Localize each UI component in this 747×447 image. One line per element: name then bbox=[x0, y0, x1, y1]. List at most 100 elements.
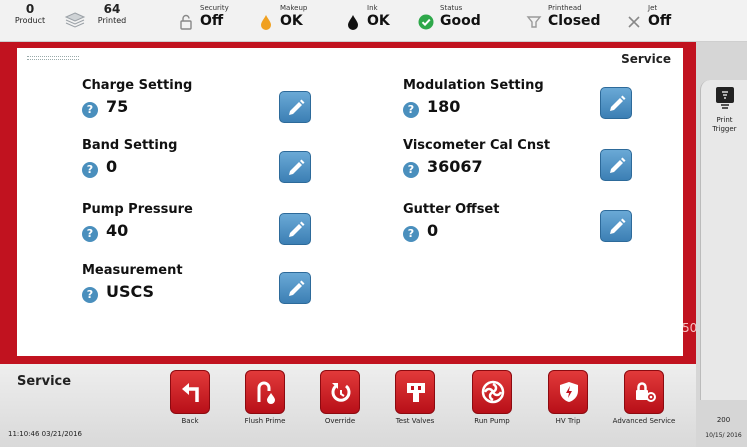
jet-status[interactable]: Jet Off bbox=[626, 4, 696, 38]
print-trigger-icon bbox=[716, 87, 734, 109]
product-count: 0 bbox=[25, 2, 35, 16]
ink-status[interactable]: Ink OK bbox=[345, 4, 415, 38]
drag-grip[interactable] bbox=[27, 56, 79, 60]
override-icon bbox=[331, 383, 351, 402]
charge-setting-value: 75 bbox=[106, 97, 129, 116]
edit-measurement-button[interactable] bbox=[279, 272, 311, 304]
security-label: Security bbox=[200, 4, 229, 12]
print-trigger-label: Print Trigger bbox=[701, 116, 747, 134]
date-time: 11:10:46 03/21/2016 bbox=[8, 430, 83, 438]
ink-label: Ink bbox=[367, 4, 378, 12]
screen-title: Service bbox=[17, 374, 72, 389]
service-panel: Service Charge Setting ? 75 Band Setting… bbox=[17, 48, 683, 356]
status-bar: 0 Product 64 Printed Security Off Makeup… bbox=[0, 0, 747, 42]
back-label: Back bbox=[181, 417, 199, 425]
gutter-offset-label: Gutter Offset bbox=[403, 202, 500, 217]
help-icon[interactable]: ? bbox=[82, 287, 98, 303]
help-icon[interactable]: ? bbox=[82, 162, 98, 178]
status-label: Status bbox=[440, 4, 463, 12]
pump-pressure-value: 40 bbox=[106, 221, 129, 240]
edit-band-setting-button[interactable] bbox=[279, 151, 311, 183]
security-status[interactable]: Security Off bbox=[178, 4, 258, 38]
override-label: Override bbox=[324, 417, 356, 425]
override-button[interactable]: Override bbox=[310, 370, 370, 442]
edit-charge-setting-button[interactable] bbox=[279, 91, 311, 123]
back-button-face bbox=[170, 370, 210, 414]
test-valves-button[interactable]: Test Valves bbox=[385, 370, 445, 442]
rail-counter: 200 bbox=[716, 416, 731, 424]
pencil-icon bbox=[289, 280, 305, 296]
lock-icon bbox=[180, 14, 192, 30]
test-valves-icon bbox=[407, 383, 425, 402]
run-pump-button[interactable]: Run Pump bbox=[462, 370, 522, 442]
edit-viscometer-cal-button[interactable] bbox=[600, 149, 632, 181]
help-icon[interactable]: ? bbox=[403, 102, 419, 118]
back-button[interactable]: Back bbox=[160, 370, 220, 442]
printed-label: Printed bbox=[97, 16, 127, 25]
test-valves-label: Test Valves bbox=[395, 417, 435, 425]
print-trigger-button[interactable]: Print Trigger bbox=[700, 80, 747, 400]
flush-prime-button[interactable]: Flush Prime bbox=[235, 370, 295, 442]
test-valves-button-face bbox=[395, 370, 435, 414]
help-icon[interactable]: ? bbox=[403, 162, 419, 178]
jet-value: Off bbox=[648, 13, 672, 29]
printhead-value: Closed bbox=[548, 13, 601, 29]
system-status[interactable]: Status Good bbox=[418, 4, 498, 38]
ink-drop-icon bbox=[348, 15, 358, 30]
printed-counter: 64 Printed bbox=[92, 3, 132, 26]
edit-gutter-offset-button[interactable] bbox=[600, 210, 632, 242]
advanced-service-button-face bbox=[624, 370, 664, 414]
edit-modulation-setting-button[interactable] bbox=[600, 87, 632, 119]
pencil-icon bbox=[289, 159, 305, 175]
pencil-icon bbox=[289, 99, 305, 115]
override-button-face bbox=[320, 370, 360, 414]
hv-trip-button-face bbox=[548, 370, 588, 414]
measurement-value: USCS bbox=[106, 282, 155, 301]
pencil-icon bbox=[610, 218, 626, 234]
viscometer-cal-value: 36067 bbox=[427, 157, 483, 176]
viscometer-cal-label: Viscometer Cal Cnst bbox=[403, 138, 551, 153]
makeup-status[interactable]: Makeup OK bbox=[258, 4, 338, 38]
band-setting-value: 0 bbox=[106, 157, 118, 176]
printhead-icon bbox=[526, 16, 542, 28]
status-value: Good bbox=[440, 13, 481, 29]
ink-value: OK bbox=[367, 13, 390, 29]
print-trigger-label-line1: Print bbox=[716, 116, 733, 124]
run-pump-button-face bbox=[472, 370, 512, 414]
frame-value-text: 50 bbox=[682, 321, 698, 335]
band-setting-label: Band Setting bbox=[82, 138, 178, 153]
rail-date: 10/15/ 2016 bbox=[705, 432, 742, 439]
modulation-setting-label: Modulation Setting bbox=[403, 78, 544, 93]
help-icon[interactable]: ? bbox=[403, 226, 419, 242]
bottom-toolbar: Service 11:10:46 03/21/2016 Back Flush P… bbox=[0, 364, 696, 447]
run-pump-label: Run Pump bbox=[474, 417, 510, 425]
edit-pump-pressure-button[interactable] bbox=[279, 213, 311, 245]
advanced-service-label: Advanced Service bbox=[612, 417, 676, 425]
printed-count: 64 bbox=[103, 2, 121, 16]
pump-pressure-label: Pump Pressure bbox=[82, 202, 193, 217]
print-trigger-label-line2: Trigger bbox=[712, 125, 737, 133]
advanced-service-button[interactable]: Advanced Service bbox=[613, 370, 675, 442]
product-label: Product bbox=[14, 16, 46, 25]
modulation-setting-value: 180 bbox=[427, 97, 461, 116]
stack-icon bbox=[64, 12, 86, 28]
pencil-icon bbox=[610, 95, 626, 111]
help-icon[interactable]: ? bbox=[82, 226, 98, 242]
security-value: Off bbox=[200, 13, 224, 29]
flush-prime-button-face bbox=[245, 370, 285, 414]
close-x-icon bbox=[628, 16, 640, 28]
printhead-label: Printhead bbox=[548, 4, 582, 12]
hv-trip-label: HV Trip bbox=[555, 417, 581, 425]
makeup-drop-icon bbox=[261, 15, 271, 30]
product-counter: 0 Product bbox=[10, 3, 50, 26]
help-icon[interactable]: ? bbox=[82, 102, 98, 118]
run-pump-icon bbox=[481, 380, 505, 404]
check-circle-icon bbox=[418, 14, 434, 30]
pencil-icon bbox=[610, 157, 626, 173]
advanced-service-icon bbox=[636, 382, 656, 402]
flush-prime-icon bbox=[257, 381, 275, 404]
hv-trip-button[interactable]: HV Trip bbox=[538, 370, 598, 442]
pencil-icon bbox=[289, 221, 305, 237]
printhead-status[interactable]: Printhead Closed bbox=[526, 4, 616, 38]
gutter-offset-value: 0 bbox=[427, 221, 439, 240]
